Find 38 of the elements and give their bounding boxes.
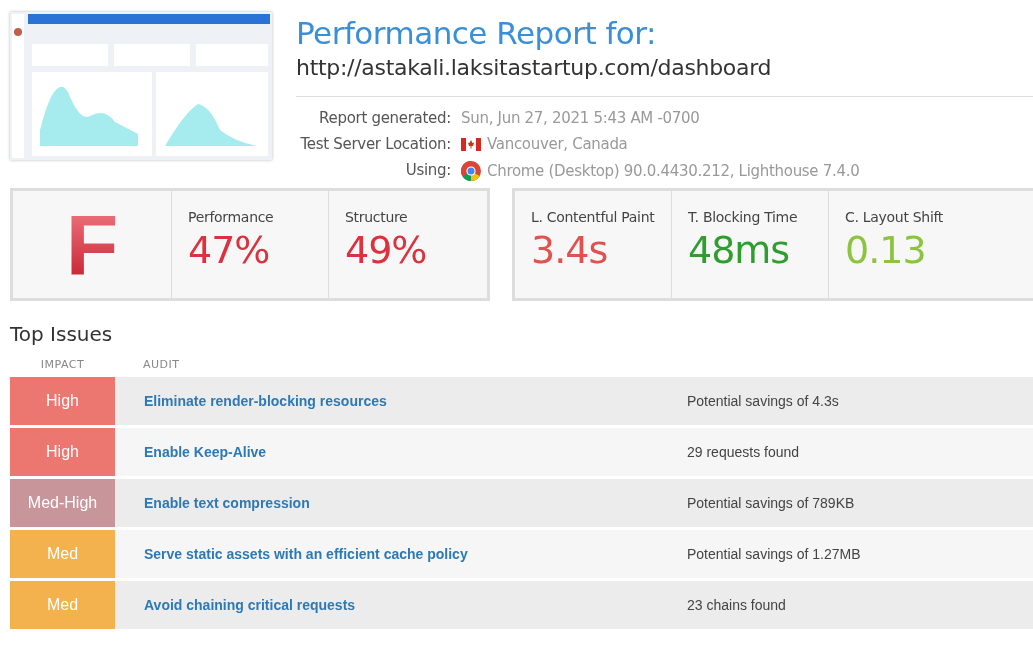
metric-value: 3.4s [531, 227, 609, 274]
impact-badge: Med [10, 581, 115, 629]
audit-link[interactable]: Avoid chaining critical requests [115, 581, 687, 629]
metric-label: C. Layout Shift [845, 209, 945, 225]
audit-link[interactable]: Eliminate render-blocking resources [115, 377, 687, 425]
audit-link[interactable]: Enable Keep-Alive [115, 428, 687, 476]
browser-icon [461, 161, 481, 181]
info-value: Chrome (Desktop) 90.0.4430.212, Lighthouse 7.4.0 [487, 162, 860, 180]
metric-value: 48ms [688, 227, 791, 274]
audit-detail: Potential savings of 1.27MB [687, 545, 861, 564]
info-label: Test Server Location: [299, 135, 451, 153]
column-header: IMPACT [39, 358, 86, 371]
audit-detail: Potential savings of 789KB [687, 494, 855, 513]
metric-label: Structure [345, 209, 409, 225]
impact-badge: Med-High [10, 479, 115, 527]
metric-value: 0.13 [845, 227, 927, 274]
metric-label: T. Blocking Time [688, 209, 799, 225]
info-label: Using: [404, 161, 451, 181]
audit-detail: 29 requests found [687, 443, 800, 462]
info-value: Sun, Jun 27, 2021 5:43 AM -0700 [461, 109, 700, 127]
impact-badge: High [10, 428, 115, 476]
info-value: Vancouver, Canada [487, 135, 628, 153]
metric-label: Performance [188, 209, 275, 225]
metric-value: 49% [345, 227, 428, 274]
audit-link[interactable]: Enable text compression [115, 479, 687, 527]
section-title: Top Issues [10, 321, 114, 348]
impact-badge: High [10, 377, 115, 425]
audit-link[interactable]: Serve static assets with an efficient cache policy [115, 530, 687, 578]
page-url: http://astakali.laksitastartup.com/dashboard [296, 54, 1033, 97]
audit-detail: Potential savings of 4.3s [687, 392, 839, 411]
column-header: AUDIT [142, 358, 180, 371]
report-title: Performance Report for: [296, 14, 657, 53]
impact-badge: Med [10, 530, 115, 578]
audit-detail: 23 chains found [687, 596, 786, 615]
info-label: Report generated: [318, 109, 451, 127]
metric-value: 47% [188, 227, 271, 274]
flag-icon [461, 137, 481, 151]
metric-label: L. Contentful Paint [531, 209, 656, 225]
